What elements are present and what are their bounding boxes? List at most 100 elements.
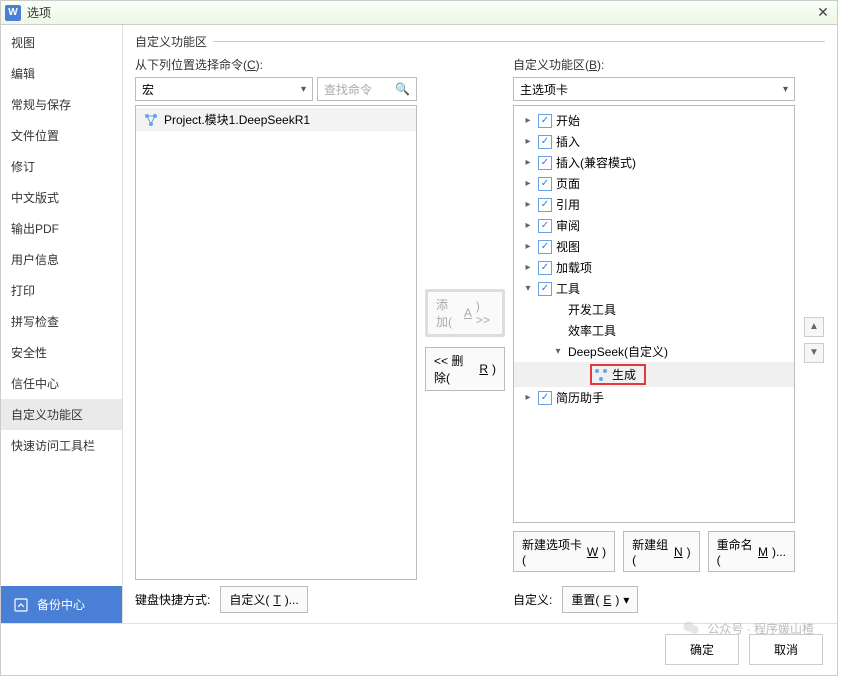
expand-icon[interactable]: ▸ [522,178,534,190]
sidebar-item[interactable]: 拼写检查 [1,306,122,337]
ribbon-tree[interactable]: ▸✓开始▸✓插入▸✓插入(兼容模式)▸✓页面▸✓引用▸✓审阅▸✓视图▸✓加载项▾… [513,105,795,523]
expand-icon[interactable]: ▸ [522,115,534,127]
expand-icon [552,325,564,337]
dialog-body: 视图编辑常规与保存文件位置修订中文版式输出PDF用户信息打印拼写检查安全性信任中… [1,25,837,623]
ok-button[interactable]: 确定 [665,634,739,665]
custom-label: 自定义: [513,591,552,608]
sidebar-item[interactable]: 输出PDF [1,213,122,244]
sidebar: 视图编辑常规与保存文件位置修订中文版式输出PDF用户信息打印拼写检查安全性信任中… [1,25,123,623]
expand-icon[interactable]: ▸ [522,220,534,232]
tree-node[interactable]: ▸ ✓ 页面 [514,173,794,194]
sidebar-item[interactable]: 安全性 [1,337,122,368]
app-icon: W [5,5,21,21]
dialog-footer: 确定 取消 [1,623,837,675]
expand-icon[interactable]: ▸ [522,241,534,253]
sidebar-item[interactable]: 用户信息 [1,244,122,275]
checkbox[interactable]: ✓ [538,261,552,275]
sidebar-item[interactable]: 文件位置 [1,120,122,151]
expand-icon[interactable]: ▸ [522,157,534,169]
expand-icon[interactable]: ▸ [522,262,534,274]
checkbox[interactable]: ✓ [538,240,552,254]
tree-label: 工具 [556,280,580,297]
macro-icon [144,113,158,127]
tree-label: 开发工具 [568,301,616,318]
sidebar-item[interactable]: 常规与保存 [1,89,122,120]
command-item[interactable]: Project.模块1.DeepSeekR1 [136,108,416,131]
main-panel: 自定义功能区 从下列位置选择命令(C): 宏 ▾ 查找命令 [123,25,837,623]
tree-label: 简历助手 [556,389,604,406]
sidebar-item[interactable]: 自定义功能区 [1,399,122,430]
search-placeholder: 查找命令 [324,81,391,98]
kb-label: 键盘快捷方式: [135,591,210,608]
tree-node[interactable]: 开发工具 [514,299,794,320]
checkbox[interactable]: ✓ [538,282,552,296]
new-tab-button[interactable]: 新建选项卡(W) [513,531,615,572]
customize-shortcuts-button[interactable]: 自定义(T)... [220,586,307,613]
checkbox[interactable]: ✓ [538,198,552,212]
select-value: 主选项卡 [520,81,568,98]
new-group-button[interactable]: 新建组(N) [623,531,699,572]
checkbox[interactable]: ✓ [538,114,552,128]
tree-label: 页面 [556,175,580,192]
checkbox[interactable]: ✓ [538,135,552,149]
customize-ribbon-label: 自定义功能区(B): [513,56,795,73]
checkbox[interactable]: ✓ [538,219,552,233]
sidebar-list: 视图编辑常规与保存文件位置修订中文版式输出PDF用户信息打印拼写检查安全性信任中… [1,25,122,586]
checkbox[interactable]: ✓ [538,177,552,191]
ribbon-target-select[interactable]: 主选项卡 ▾ [513,77,795,101]
sidebar-item[interactable]: 编辑 [1,58,122,89]
dialog-title: 选项 [27,4,813,21]
cancel-button[interactable]: 取消 [749,634,823,665]
search-input[interactable]: 查找命令 🔍 [317,77,417,101]
tree-label: 引用 [556,196,580,213]
add-button[interactable]: 添加(A) >> [425,289,505,337]
tree-node[interactable]: ▸ ✓ 引用 [514,194,794,215]
commands-source-select[interactable]: 宏 ▾ [135,77,313,101]
chevron-down-icon: ▾ [623,593,629,607]
checkbox[interactable]: ✓ [538,156,552,170]
remove-button[interactable]: << 删除(R) [425,347,505,391]
tree-node[interactable]: ▾ ✓ 工具 [514,278,794,299]
sidebar-item[interactable]: 视图 [1,27,122,58]
tree-node[interactable]: ▸✓加载项 [514,257,794,278]
commands-column: 从下列位置选择命令(C): 宏 ▾ 查找命令 🔍 [135,56,417,623]
tree-node[interactable]: ▾DeepSeek(自定义) [514,341,794,362]
tree-label: 效率工具 [568,322,616,339]
chevron-down-icon: ▾ [783,84,788,95]
tree-node[interactable]: ▸✓审阅 [514,215,794,236]
move-up-button[interactable]: ▲ [804,317,824,337]
macro-icon [594,368,608,382]
commands-listbox[interactable]: Project.模块1.DeepSeekR1 [135,105,417,580]
expand-icon[interactable]: ▸ [522,392,534,404]
expand-icon[interactable]: ▾ [522,283,534,295]
ribbon-column: 自定义功能区(B): 主选项卡 ▾ ▸✓开始▸✓插入▸✓插入(兼容模式)▸✓页面… [513,56,795,623]
tree-node[interactable]: ▸✓视图 [514,236,794,257]
sidebar-item[interactable]: 修订 [1,151,122,182]
sidebar-item[interactable]: 打印 [1,275,122,306]
generate-item[interactable]: 生成 [590,364,646,385]
reset-button[interactable]: 重置(E) ▾ [562,586,638,613]
section-label: 自定义功能区 [135,33,207,50]
close-button[interactable]: ✕ [813,3,833,23]
options-dialog: W 选项 ✕ 视图编辑常规与保存文件位置修订中文版式输出PDF用户信息打印拼写检… [0,0,838,676]
tree-node[interactable]: ▸✓插入 [514,131,794,152]
section-header: 自定义功能区 [135,33,825,50]
move-down-button[interactable]: ▼ [804,343,824,363]
expand-icon[interactable]: ▾ [552,346,564,358]
backup-label: 备份中心 [37,596,85,613]
checkbox[interactable]: ✓ [538,391,552,405]
sidebar-item[interactable]: 快速访问工具栏 [1,430,122,461]
sidebar-item[interactable]: 信任中心 [1,368,122,399]
tree-node[interactable]: ▸ ✓ 简历助手 [514,387,794,408]
expand-icon[interactable]: ▸ [522,136,534,148]
backup-center-button[interactable]: 备份中心 [1,586,122,623]
tree-node[interactable]: 效率工具 [514,320,794,341]
sidebar-item[interactable]: 中文版式 [1,182,122,213]
rename-button[interactable]: 重命名(M)... [708,531,795,572]
expand-icon[interactable]: ▸ [522,199,534,211]
transfer-buttons: 添加(A) >> << 删除(R) [425,56,505,623]
chevron-down-icon: ▾ [301,84,306,95]
tree-node[interactable]: 生成 [514,362,794,387]
tree-node[interactable]: ▸✓插入(兼容模式) [514,152,794,173]
tree-node[interactable]: ▸✓开始 [514,110,794,131]
